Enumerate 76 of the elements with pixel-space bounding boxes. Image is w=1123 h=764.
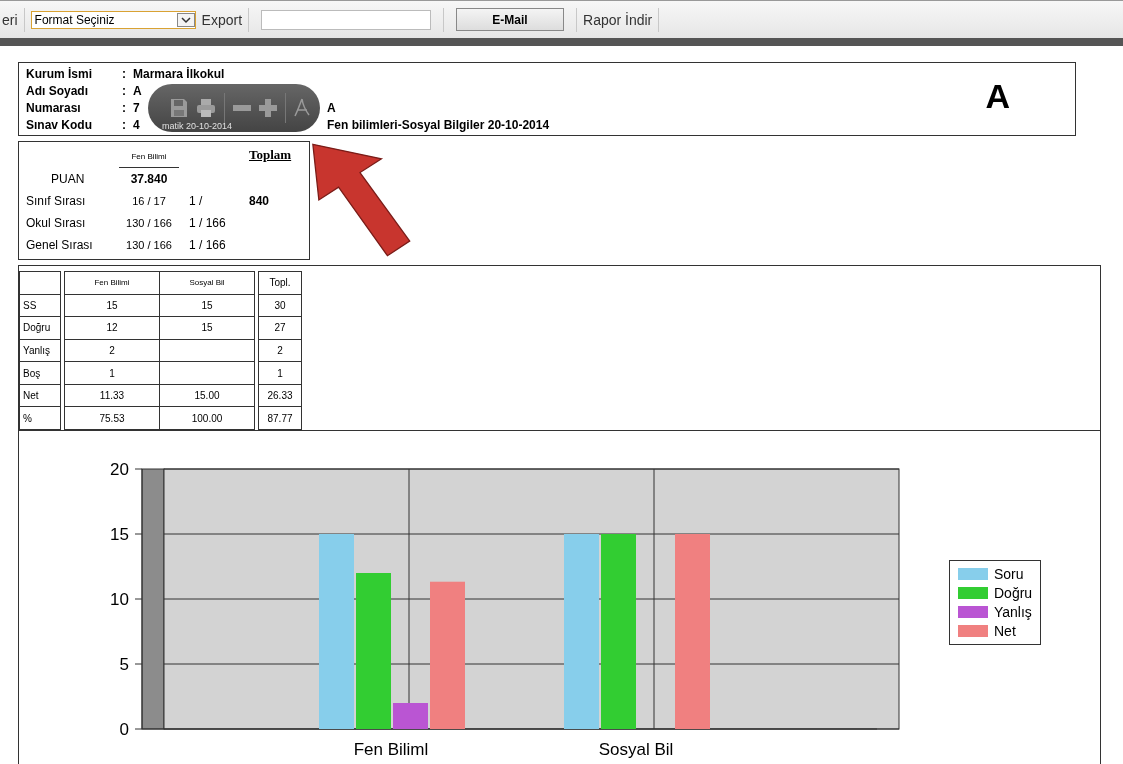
field-value: 7: [133, 101, 140, 117]
field-value: 4: [133, 118, 140, 134]
column-heading: Topl.: [258, 271, 302, 295]
row-label: PUAN: [50, 172, 86, 186]
field-colon: :: [122, 67, 126, 83]
row-label: %: [19, 406, 61, 430]
field-colon: :: [122, 118, 126, 134]
field-label: Numarası: [26, 101, 81, 117]
field-value: A: [327, 101, 336, 117]
save-icon[interactable]: [170, 98, 188, 118]
table-cell: 12: [64, 316, 160, 340]
row-label: Net: [19, 384, 61, 407]
table-cell: 1: [258, 361, 302, 385]
zoom-in-icon[interactable]: [259, 99, 277, 117]
table-cell: 26.33: [258, 384, 302, 407]
table-cell: 11.33: [64, 384, 160, 407]
table-cell: 1: [64, 361, 160, 385]
field-value: A: [133, 84, 142, 100]
format-select[interactable]: Format Seçiniz: [30, 10, 196, 29]
field-value: Marmara İlkokul: [133, 67, 225, 83]
legend-label: Doğru: [994, 585, 1033, 601]
table-cell: 2: [258, 339, 302, 362]
table-cell: 27: [258, 316, 302, 340]
toolbar-label: eri: [2, 11, 18, 28]
table-cell: 75.53: [64, 406, 160, 430]
table-cell: 2: [64, 339, 160, 362]
download-report-link[interactable]: Rapor İndir: [583, 11, 653, 28]
row-label: Genel Sırası: [25, 238, 94, 252]
table-cell-text: 1 / 166: [188, 238, 227, 252]
field-value: Fen bilimleri-Sosyal Bilgiler 20-10-2014: [327, 118, 550, 134]
axis-tick-label: 5: [119, 655, 129, 674]
email-input-field[interactable]: [261, 9, 432, 30]
field-label: Sınav Kodu: [26, 118, 92, 134]
column-heading: Toplam: [249, 147, 293, 163]
table-cell: 15: [64, 294, 160, 317]
column-heading: Sosyal Bil: [159, 271, 255, 295]
field-colon: :: [122, 84, 126, 100]
legend-label: Yanlış: [994, 604, 1032, 620]
table-cell-text: 130 / 166: [125, 239, 173, 251]
axis-tick-label: 10: [110, 590, 129, 609]
field-label: Kurum İsmi: [26, 67, 92, 83]
axis-tick-label: 0: [119, 720, 129, 739]
email-button[interactable]: E-Mail: [456, 8, 565, 31]
category-label: Sosyal Bil: [598, 740, 674, 759]
table-cell-text: 1 /: [188, 194, 204, 208]
axis-tick-label: 20: [110, 460, 129, 479]
legend-label: Soru: [994, 566, 1024, 582]
table-cell-text: 16 / 17: [131, 195, 167, 207]
legend-label: Net: [994, 623, 1016, 639]
export-link[interactable]: Export: [201, 11, 243, 28]
table-cell-text: 840: [249, 194, 271, 208]
table-cell: 100.00: [159, 406, 255, 430]
grade-letter: A: [985, 77, 1010, 117]
table-cell: 15: [159, 294, 255, 317]
table-cell: 87.77: [258, 406, 302, 430]
table-cell-text: 130 / 166: [125, 217, 173, 229]
row-label: Boş: [19, 361, 61, 385]
field-label: Adı Soyadı: [26, 84, 88, 100]
table-cell: 15: [159, 316, 255, 340]
toolbar-caption: matik 20-10-2014: [162, 121, 233, 131]
axis-tick-label: 15: [110, 525, 129, 544]
table-cell: 30: [258, 294, 302, 317]
row-label: Yanlış: [19, 339, 61, 362]
print-icon[interactable]: [196, 98, 216, 118]
table-cell-text: 1 / 166: [188, 216, 227, 230]
row-label: SS: [19, 294, 61, 317]
row-label: Okul Sırası: [25, 216, 87, 230]
row-label: Sınıf Sırası: [25, 194, 87, 208]
pdf-icon[interactable]: [294, 98, 310, 118]
column-heading: Fen Bilimi: [119, 152, 179, 168]
table-cell: 15.00: [159, 384, 255, 407]
table-cell-text: 37.840: [129, 173, 169, 185]
category-label: Fen Biliml: [353, 740, 429, 759]
field-colon: :: [122, 101, 126, 117]
column-heading: Fen Bilimi: [64, 271, 160, 295]
row-label: Doğru: [19, 316, 61, 340]
